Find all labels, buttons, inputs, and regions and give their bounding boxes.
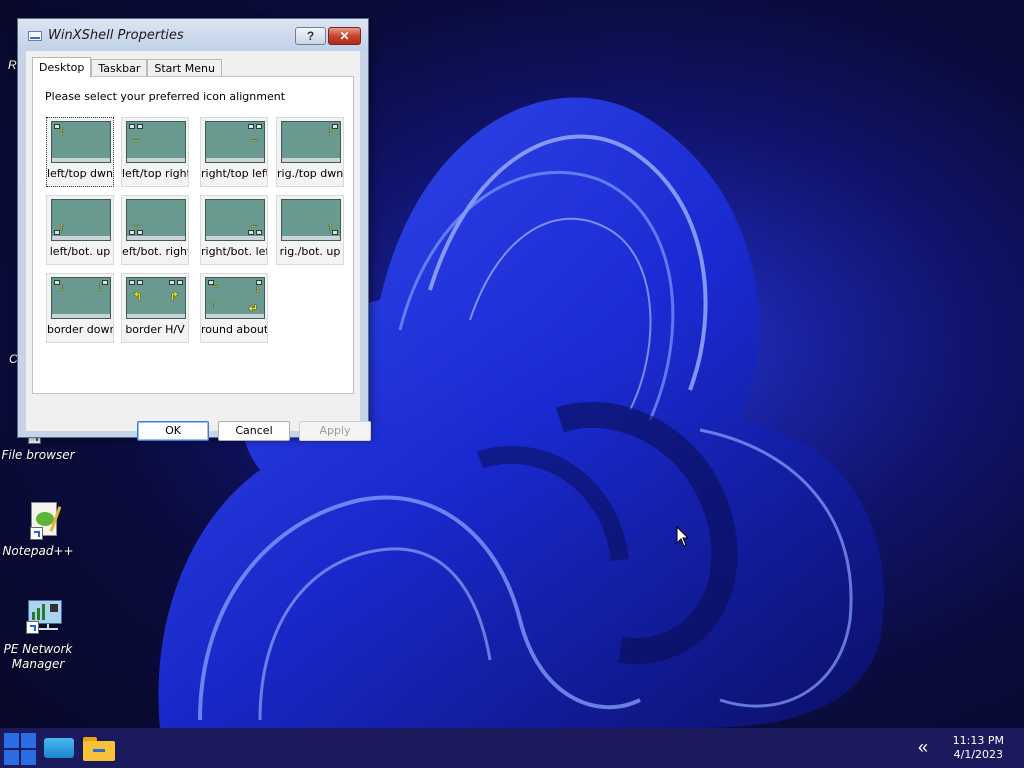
- desktop-partial-label-r: R: [8, 58, 17, 72]
- close-button[interactable]: ✕: [328, 27, 361, 45]
- arrow-down-icon: ↓: [254, 283, 261, 295]
- alignment-option-right-bottom-left[interactable]: ← right/bot. left: [200, 195, 268, 265]
- dialog-client: Desktop Taskbar Start Menu Please select…: [26, 51, 371, 441]
- properties-dialog: WinXShell Properties ? ✕ Desktop Taskbar…: [17, 18, 371, 441]
- arrow-down-icon: ↓: [59, 125, 65, 137]
- arrow-down-icon: ↓: [59, 281, 65, 293]
- start-icon: [4, 733, 19, 748]
- alignment-option-left-bottom-up[interactable]: ↑ left/bot. up: [46, 195, 114, 265]
- alignment-option-label: right/top left: [201, 167, 267, 180]
- alignment-option-right-top-left[interactable]: ← right/top left: [200, 117, 268, 187]
- file-explorer-icon: [83, 737, 115, 761]
- alignment-option-border-down[interactable]: ↓ ↓ border down: [46, 273, 114, 343]
- alignment-prompt: Please select your preferred icon alignm…: [45, 90, 286, 103]
- alignment-option-label: left/bot. up: [49, 245, 111, 258]
- desktop-icon-label: PE Network Manager: [3, 642, 73, 671]
- alignment-preview-icon: ←: [205, 121, 265, 163]
- desktop-tab-panel: Please select your preferred icon alignm…: [32, 76, 354, 394]
- alignment-option-label: round about: [201, 323, 267, 336]
- arrow-right-icon: →: [131, 219, 142, 231]
- shortcut-arrow-icon: [26, 621, 39, 634]
- desktop-icon-pe-network-manager[interactable]: PE Network Manager: [0, 598, 76, 672]
- arrow-left-icon: ←: [249, 219, 260, 231]
- alignment-preview-icon: →: [126, 121, 186, 163]
- alignment-option-label: border down: [47, 323, 113, 336]
- arrow-right-icon: →: [210, 279, 221, 291]
- alignment-preview-icon: ↰ ↱: [126, 277, 186, 319]
- shortcut-arrow-icon: [30, 527, 43, 540]
- arrow-turn-icon: ↰: [133, 291, 143, 303]
- alignment-option-label: left/top dwn: [47, 167, 113, 180]
- alignment-preview-icon: ↓ ↓: [51, 277, 111, 319]
- show-hidden-icons-chevron-icon[interactable]: «: [918, 738, 928, 756]
- taskbar: « 11:13 PM 4/1/2023: [0, 728, 1024, 768]
- network-icon: [14, 598, 62, 638]
- arrow-down-icon: ↓: [327, 125, 334, 137]
- start-button[interactable]: [3, 731, 37, 765]
- window-icon: [28, 31, 42, 41]
- arrow-up-icon: ↑: [327, 221, 334, 233]
- tab-desktop[interactable]: Desktop: [32, 57, 92, 78]
- alignment-option-label: border H/V: [125, 323, 185, 336]
- arrow-turn-icon: ↱: [169, 291, 179, 303]
- alignment-preview-icon: → ↓ ↑ ↵: [205, 277, 265, 319]
- title-bar[interactable]: WinXShell Properties ? ✕: [18, 19, 368, 51]
- alignment-option-label: left/top right: [122, 167, 188, 180]
- window-title: WinXShell Properties: [48, 28, 184, 43]
- alignment-option-label: eft/bot. right: [122, 245, 188, 258]
- desktop-icon-notepadpp[interactable]: Notepad++: [0, 500, 76, 558]
- cancel-button[interactable]: Cancel: [218, 421, 290, 441]
- alignment-option-left-bottom-right[interactable]: → eft/bot. right: [121, 195, 189, 265]
- alignment-option-label: rig./bot. up: [279, 245, 341, 258]
- alignment-preview-icon: ←: [205, 199, 265, 241]
- desktop-icon-label: File browser: [1, 448, 75, 462]
- arrow-down-icon: ↓: [97, 281, 104, 293]
- alignment-preview-icon: ↓: [51, 121, 111, 163]
- alignment-option-label: rig./top dwn: [277, 167, 343, 180]
- alignment-preview-icon: ↓: [281, 121, 341, 163]
- alignment-option-left-top-down[interactable]: ↓ left/top dwn: [46, 117, 114, 187]
- help-button[interactable]: ?: [295, 27, 326, 45]
- alignment-option-label: right/bot. left: [201, 245, 267, 258]
- alignment-option-border-hv[interactable]: ↰ ↱ border H/V: [121, 273, 189, 343]
- arrow-up-icon: ↑: [59, 221, 65, 233]
- alignment-preview-icon: ↑: [281, 199, 341, 241]
- desktop-icon-label: Notepad++: [2, 544, 74, 558]
- taskbar-file-explorer-button[interactable]: [82, 731, 116, 765]
- arrow-left-icon: ←: [249, 133, 260, 145]
- alignment-preview-icon: ↑: [51, 199, 111, 241]
- alignment-option-right-top-down[interactable]: ↓ rig./top dwn: [276, 117, 344, 187]
- arrow-left-icon: ↵: [248, 303, 258, 315]
- taskbar-monitor-button[interactable]: [42, 731, 76, 765]
- arrow-up-icon: ↑: [210, 299, 216, 311]
- apply-button[interactable]: Apply: [299, 421, 371, 441]
- alignment-option-round-about[interactable]: → ↓ ↑ ↵ round about: [200, 273, 268, 343]
- system-clock[interactable]: 11:13 PM 4/1/2023: [953, 734, 1004, 762]
- ok-button[interactable]: OK: [137, 421, 209, 441]
- tab-strip: Desktop Taskbar Start Menu: [32, 57, 222, 78]
- clock-time: 11:13 PM: [952, 734, 1004, 747]
- alignment-option-right-bottom-up[interactable]: ↑ rig./bot. up: [276, 195, 344, 265]
- alignment-option-left-top-right[interactable]: → left/top right: [121, 117, 189, 187]
- mouse-cursor-icon: [676, 526, 690, 547]
- clock-date: 4/1/2023: [953, 748, 1004, 761]
- close-icon: ✕: [339, 29, 350, 43]
- alignment-preview-icon: →: [126, 199, 186, 241]
- notepadpp-icon: [18, 500, 62, 540]
- arrow-right-icon: →: [131, 133, 142, 145]
- monitor-icon: [44, 738, 74, 758]
